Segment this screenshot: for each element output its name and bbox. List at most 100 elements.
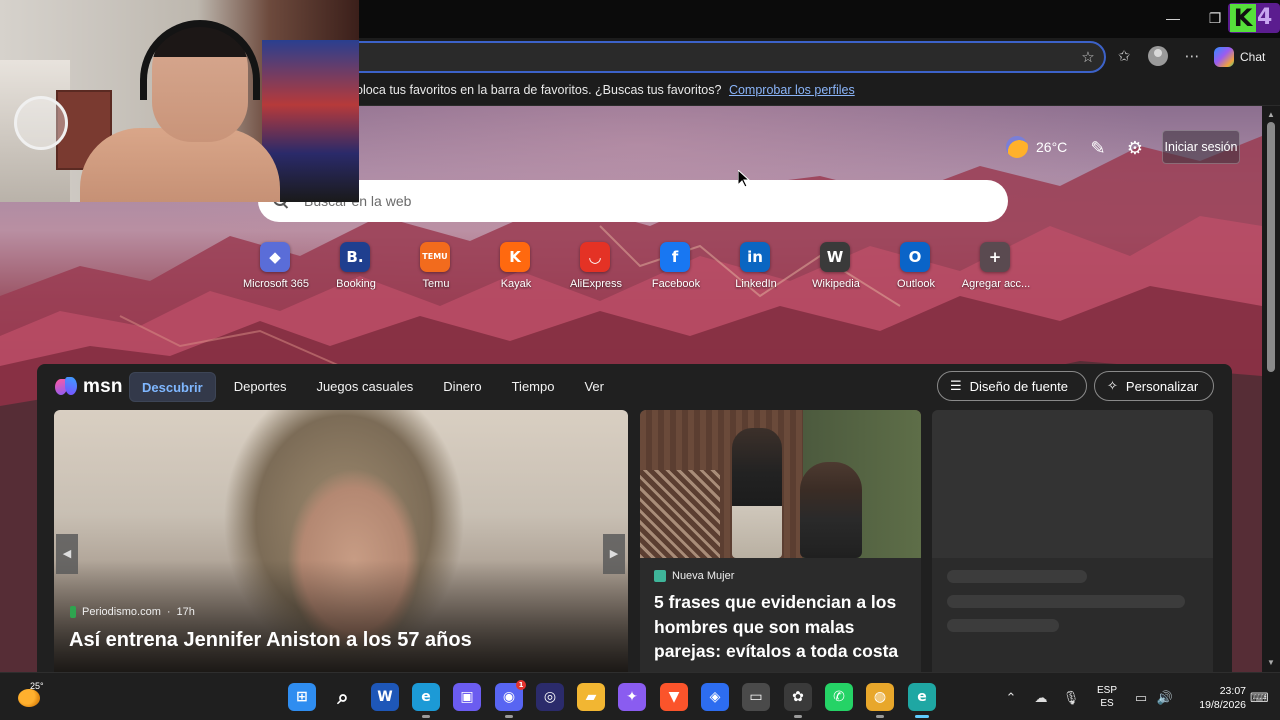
tab-juegos-casuales[interactable]: Juegos casuales — [304, 372, 425, 402]
discord-app-icon[interactable]: ◉ 1 — [495, 680, 526, 718]
vpn-app-icon[interactable]: ◈ — [701, 683, 729, 711]
periodismo-source-icon — [70, 606, 76, 618]
favorites-message: oloca tus favoritos en la barra de favor… — [356, 83, 722, 97]
scrollbar-thumb[interactable] — [1267, 122, 1275, 372]
address-bar[interactable]: ☆ — [300, 41, 1106, 73]
copilot-app-icon[interactable]: ✦ — [618, 683, 646, 711]
webcam-headset — [140, 20, 260, 100]
webcam-overlay — [0, 0, 359, 202]
terminal-app-icon[interactable]: ▭ — [742, 683, 770, 711]
wikipedia-icon: W — [820, 242, 850, 272]
quick-link-booking[interactable]: B. Booking — [318, 240, 394, 300]
tab-ver[interactable]: Ver — [572, 372, 616, 402]
loading-line — [947, 595, 1185, 608]
clock-date: 19/8/2026 — [1199, 699, 1246, 711]
loading-line — [947, 619, 1059, 632]
hero-source: Periodismo.com · 17h — [70, 606, 195, 618]
windows-start-app-icon[interactable]: ⊞ — [288, 683, 316, 711]
more-options-icon[interactable]: ⋯ — [1182, 47, 1202, 67]
quick-link-label: Outlook — [897, 278, 935, 290]
quick-link-facebook[interactable]: f Facebook — [638, 240, 714, 300]
news-card-headline[interactable]: 5 frases que evidencian a los hombres qu… — [654, 590, 912, 664]
feed-layout-button[interactable]: ☰ Diseño de fuente — [937, 371, 1087, 401]
carousel-prev-button[interactable]: ◀ — [56, 534, 78, 574]
msn-nav-tabs: Descubrir Deportes Juegos casuales Diner… — [129, 372, 616, 402]
web-search-input[interactable] — [304, 180, 984, 222]
microphone-icon[interactable]: 🎙 — [1062, 689, 1080, 707]
k4-logo-4: 4 — [1257, 5, 1273, 30]
man-figure — [732, 428, 782, 558]
sign-in-button[interactable]: Iniciar sesión — [1162, 130, 1240, 164]
brave-app-icon[interactable]: ▼ — [660, 683, 688, 711]
quick-link-kayak[interactable]: K Kayak — [478, 240, 554, 300]
quick-link-microsoft-365[interactable]: ◆ Microsoft 365 — [238, 240, 314, 300]
tab-dinero[interactable]: Dinero — [431, 372, 493, 402]
msn-logo-text: msn — [83, 376, 123, 397]
minimize-button[interactable]: — — [1160, 6, 1186, 30]
quick-link-outlook[interactable]: O Outlook — [878, 240, 954, 300]
personalize-button[interactable]: ✧ Personalizar — [1094, 371, 1214, 401]
news-card[interactable]: Nueva Mujer 5 frases que evidencian a lo… — [640, 410, 921, 672]
edit-pencil-icon[interactable]: ✎ — [1086, 136, 1110, 160]
quick-link-wikipedia[interactable]: W Wikipedia — [798, 240, 874, 300]
davinci-app-icon[interactable]: ✿ — [784, 683, 812, 718]
tab-deportes[interactable]: Deportes — [222, 372, 299, 402]
edge-beta-app-icon[interactable]: e — [412, 683, 440, 718]
msn-logo[interactable]: msn — [55, 374, 123, 400]
favorites-icon[interactable]: ✩ — [1114, 47, 1134, 67]
msn-feed: msn Descubrir Deportes Juegos casuales D… — [37, 364, 1232, 672]
network-icon[interactable]: ▭ — [1132, 689, 1150, 707]
quick-link-agregar-acc[interactable]: + Agregar acc... — [958, 240, 1034, 300]
k4-logo-k: K — [1230, 4, 1256, 32]
chat-label: Chat — [1240, 50, 1266, 64]
feed-layout-label: Diseño de fuente — [969, 378, 1068, 394]
notification-icon[interactable]: ⌨ — [1250, 689, 1269, 707]
quick-links: ◆ Microsoft 365 B. Booking TEMU Temu K Kayak ◡ Al… — [238, 240, 1038, 300]
quick-link-aliexpress[interactable]: ◡ AliExpress — [558, 240, 634, 300]
scroll-down-arrow-icon[interactable]: ▼ — [1266, 658, 1276, 668]
word-app-icon[interactable]: W — [371, 683, 399, 711]
quick-link-label: Wikipedia — [812, 278, 860, 290]
settings-gear-icon[interactable]: ⚙ — [1123, 136, 1147, 160]
check-profiles-link[interactable]: Comprobar los perfiles — [729, 83, 855, 97]
weather-widget[interactable]: 26°C — [1006, 136, 1067, 158]
edge-app-icon[interactable]: e — [908, 683, 936, 718]
app-store-app-icon[interactable]: ▣ — [453, 683, 481, 711]
search-app-icon[interactable]: ⌕ — [329, 683, 357, 711]
news-card-source-name: Nueva Mujer — [672, 570, 735, 582]
discord-notification-badge: 1 — [516, 680, 526, 690]
chrome-app-icon[interactable]: ◍ — [866, 683, 894, 718]
page-scrollbar[interactable]: ▲ ▼ — [1262, 106, 1280, 672]
obs-like-app-icon[interactable]: ◎ — [536, 683, 564, 711]
input-language[interactable]: ESP ES — [1094, 684, 1120, 710]
hero-news-card[interactable]: ◀ ▶ Periodismo.com · 17h Así entrena Jen… — [54, 410, 628, 672]
quick-link-label: Microsoft 365 — [242, 278, 310, 290]
onedrive-cloud-icon[interactable]: ☁ — [1032, 689, 1050, 707]
input-language-bottom: ES — [1100, 698, 1114, 709]
restore-button[interactable]: ❐ — [1202, 6, 1228, 30]
quick-link-temu[interactable]: TEMU Temu — [398, 240, 474, 300]
copilot-chat-button[interactable]: Chat — [1214, 45, 1265, 69]
favorite-star-icon[interactable]: ☆ — [1078, 48, 1098, 68]
whatsapp-app-icon[interactable]: ✆ — [825, 683, 853, 711]
quick-link-label: Kayak — [500, 278, 532, 290]
volume-icon[interactable]: 🔊 — [1156, 689, 1174, 707]
sliders-icon: ☰ — [950, 378, 962, 393]
scroll-up-arrow-icon[interactable]: ▲ — [1266, 110, 1276, 120]
hero-headline[interactable]: Así entrena Jennifer Aniston a los 57 añ… — [69, 628, 609, 653]
partly-cloudy-night-icon — [1006, 136, 1028, 158]
personalize-label: Personalizar — [1125, 378, 1199, 394]
nueva-mujer-source-icon — [654, 570, 666, 582]
taskbar-clock[interactable]: 23:07 19/8/2026 — [1182, 684, 1246, 712]
tab-descubrir[interactable]: Descubrir — [129, 372, 216, 402]
web-search-box[interactable] — [258, 180, 1008, 222]
show-hidden-icons-chevron-icon[interactable]: ⌃ — [1002, 689, 1020, 707]
outlook-icon: O — [900, 242, 930, 272]
profile-avatar-icon[interactable] — [1148, 46, 1168, 66]
quick-link-linkedin[interactable]: in LinkedIn — [718, 240, 794, 300]
aliexpress-icon: ◡ — [580, 242, 610, 272]
tab-tiempo[interactable]: Tiempo — [500, 372, 567, 402]
file-explorer-app-icon[interactable]: ▰ — [577, 683, 605, 711]
carousel-next-button[interactable]: ▶ — [603, 534, 625, 574]
taskbar-weather[interactable]: 25° — [18, 681, 48, 713]
